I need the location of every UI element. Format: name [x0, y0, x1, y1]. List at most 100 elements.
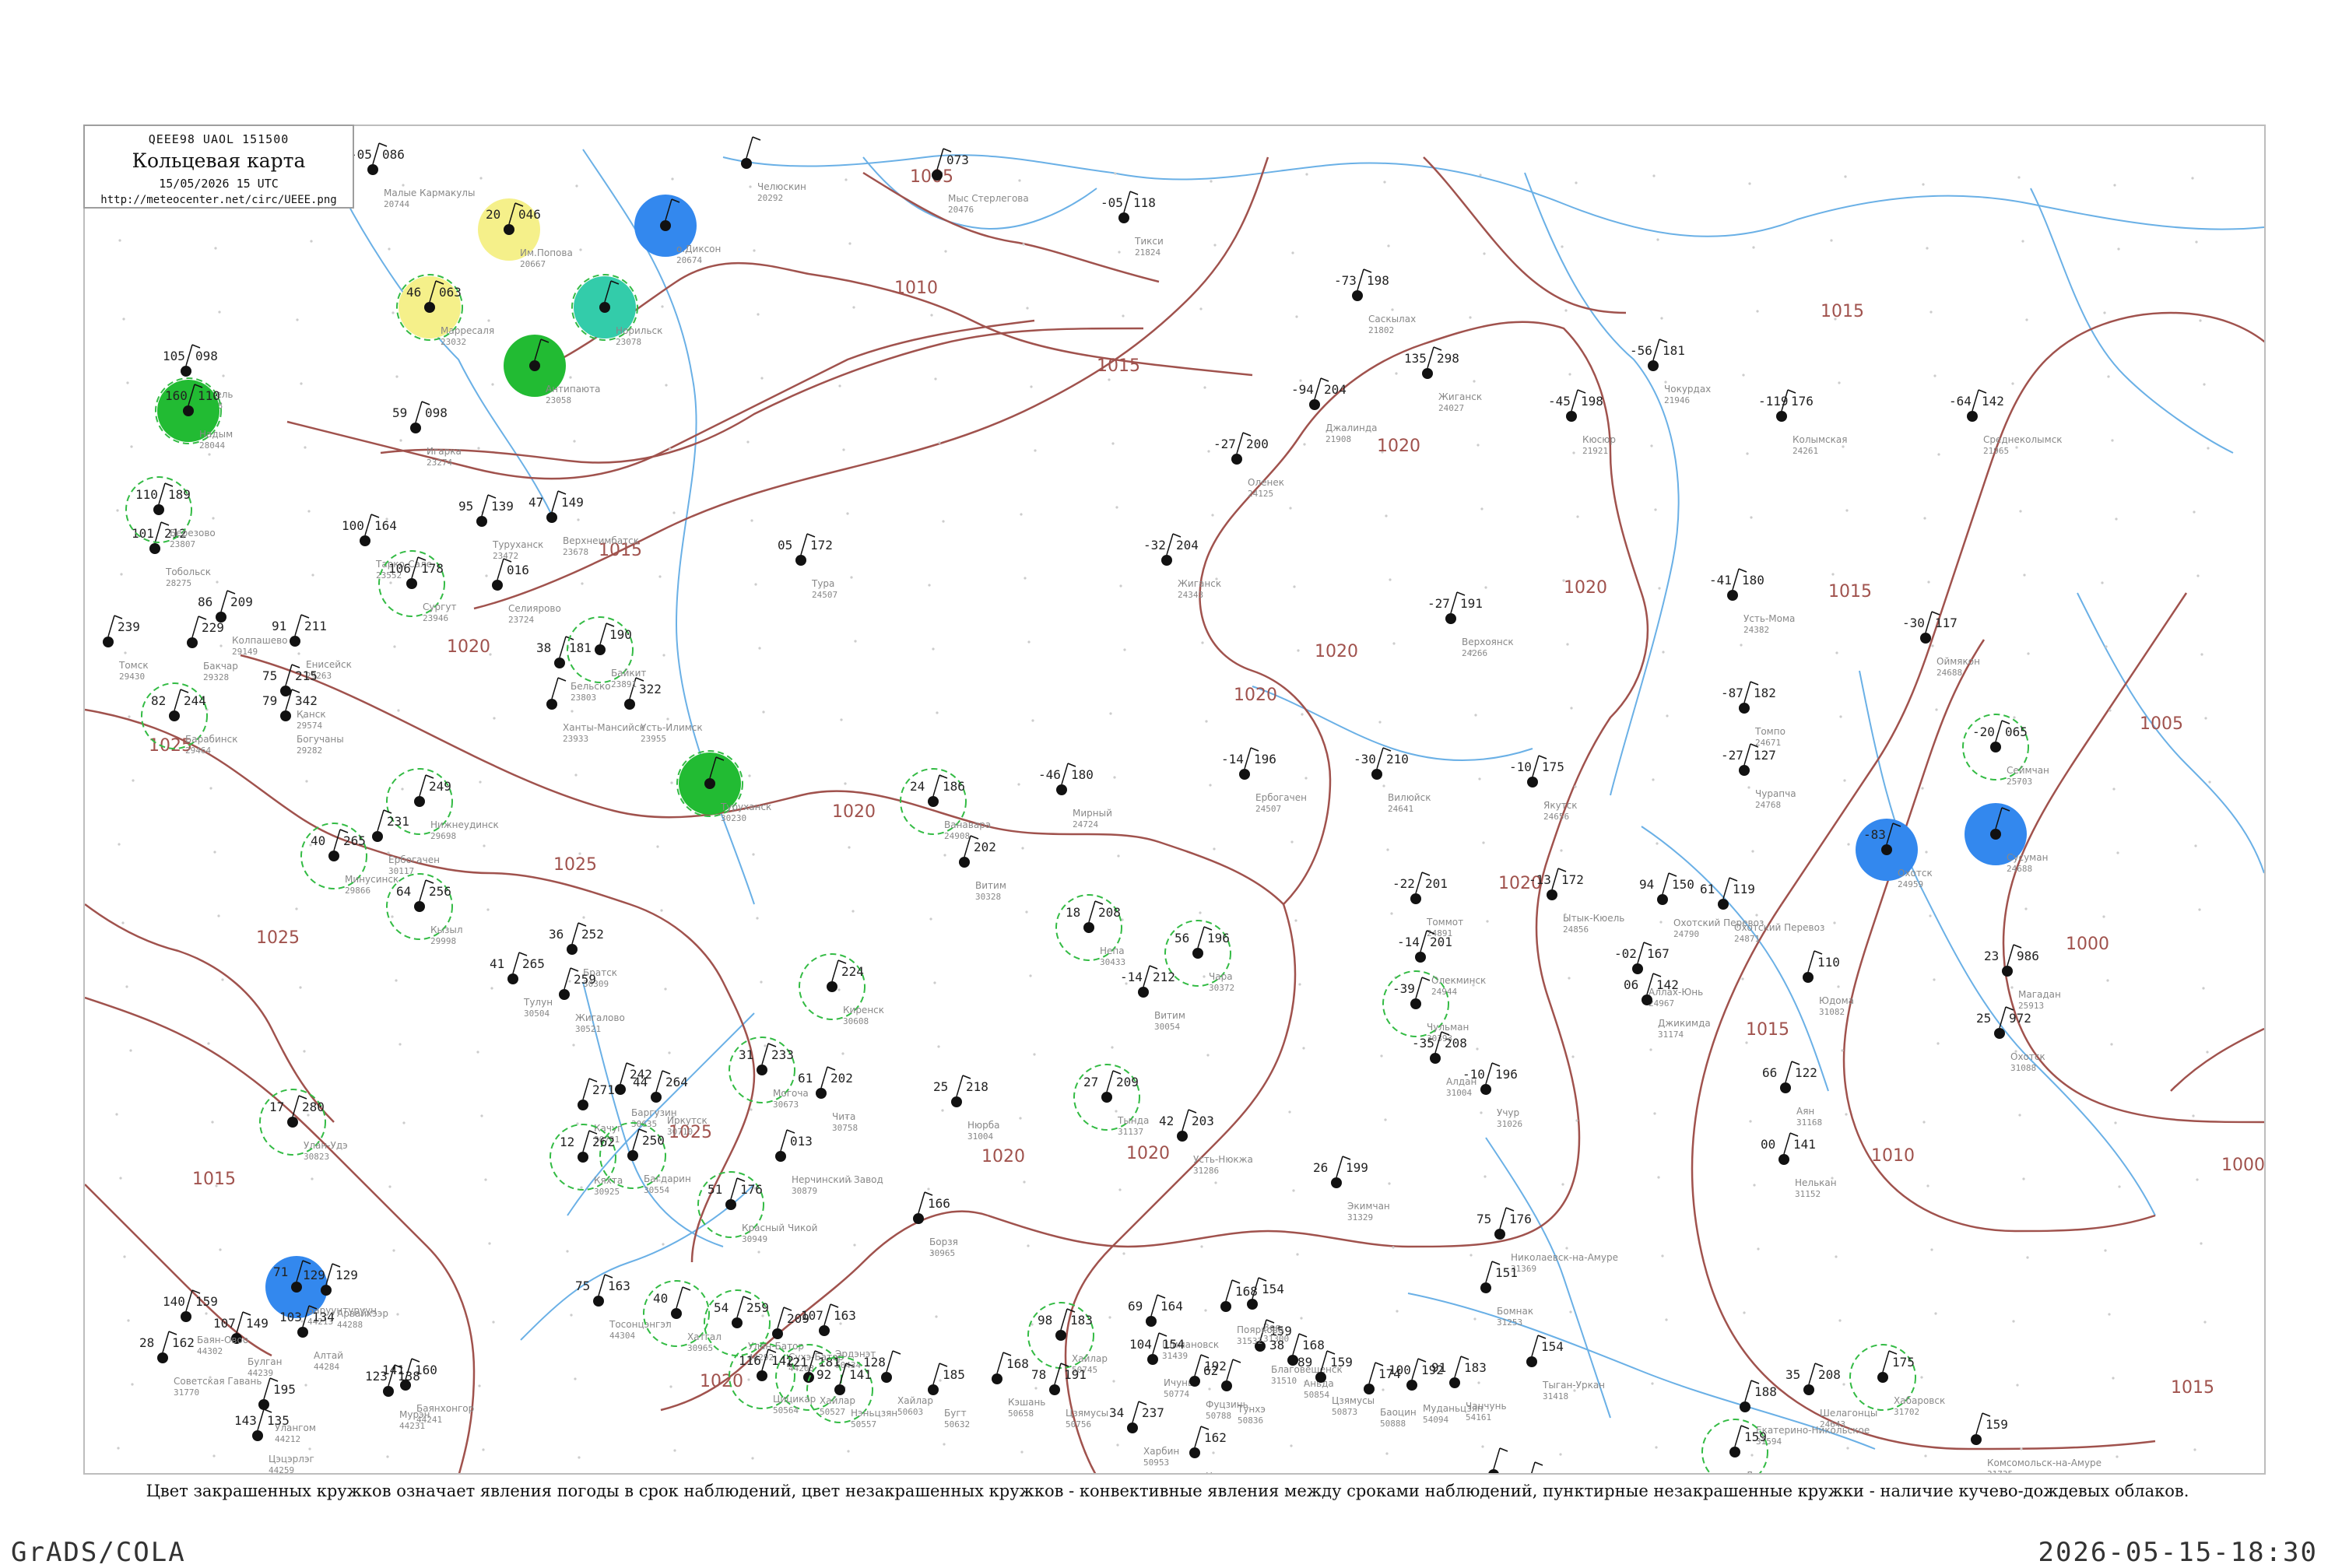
- station-25703[interactable]: -20 065 Сеймчан25703: [1962, 714, 2049, 787]
- station-24027[interactable]: 135 298 Жиганск24027: [1404, 346, 1482, 413]
- station-30230[interactable]: Туруханск30230: [676, 750, 771, 823]
- station-21824[interactable]: -05 118 Тикси21824: [1101, 191, 1164, 258]
- station-index: 30554: [644, 1185, 669, 1195]
- station-24724[interactable]: -46 180 Мирный24724: [1038, 763, 1112, 830]
- wind-barb: [1722, 877, 1730, 900]
- station-31735[interactable]: 159 Комсомольск-на-Амуре31735: [1971, 1412, 2102, 1475]
- station-20674[interactable]: о.Диксон20674: [634, 195, 721, 265]
- station-50745[interactable]: 98 183Хайлар50745: [1027, 1302, 1108, 1375]
- station-30504[interactable]: 41 265 Тулун30504: [490, 952, 553, 1019]
- station-24768[interactable]: -27 127 Чурапча24768: [1721, 743, 1796, 810]
- station-24641[interactable]: -30 210 Вилюйск24641: [1354, 747, 1431, 814]
- station-21802[interactable]: -73 198 Саскылах21802: [1334, 268, 1416, 335]
- cloud-cover-circle: [1727, 590, 1738, 601]
- station-pressure: 098: [425, 405, 448, 420]
- station-23032[interactable]: 46 063 Марресаля23032: [396, 274, 494, 347]
- station-24643[interactable]: 35 208 Шелагонцы24643: [1785, 1363, 1877, 1429]
- station-44304[interactable]: 75 163 Тосонцэнгэл44304: [575, 1274, 672, 1341]
- station-30608[interactable]: 224 Киренск30608: [799, 953, 884, 1026]
- station-30879[interactable]: 013 Нерчинский Завод30879: [775, 1129, 883, 1196]
- station-24688[interactable]: -30 117 Оймякон24688: [1902, 611, 1980, 678]
- grid-dot: [1653, 1112, 1656, 1115]
- station-24507[interactable]: 05 172 Тура24507: [778, 533, 837, 600]
- station-29866[interactable]: 40 265Минусинск29866: [300, 823, 399, 896]
- station-44284[interactable]: 103 134 Алтай44284: [279, 1305, 343, 1372]
- station-pressure: 200: [1246, 437, 1269, 451]
- station-31004b[interactable]: 25 218 Нюрба31004: [933, 1075, 1000, 1142]
- station-31137[interactable]: 27 209 Тында31137: [1073, 1064, 1149, 1137]
- station-temperature: 18: [1066, 905, 1080, 920]
- wind-barb: [831, 959, 839, 982]
- grid-dot: [125, 985, 128, 988]
- station-31004[interactable]: -35 208Алдан31004: [1412, 1031, 1476, 1098]
- station-31088[interactable]: 25 972 Охотск31088: [1976, 1006, 2045, 1073]
- station-30965b[interactable]: 40 Хатгал30965: [643, 1280, 722, 1353]
- station-29698[interactable]: 249 Нижнеудинск29698: [386, 768, 499, 841]
- map-source-url[interactable]: http://meteocenter.net/circ/UEEE.png: [85, 194, 353, 206]
- station-31082[interactable]: 110 Юдома31082: [1803, 950, 1854, 1017]
- station-23274[interactable]: 59 098 Игарка23274: [392, 401, 462, 468]
- station-24656[interactable]: -10 175 Якутск24656: [1509, 755, 1578, 822]
- station-23078[interactable]: Норильск23078: [571, 274, 662, 347]
- station-31152[interactable]: 00 141 Нелькан31152: [1761, 1132, 1837, 1199]
- station-30054[interactable]: -14 212 Витим30054: [1120, 965, 1185, 1032]
- cloud-cover-circle: [795, 555, 806, 566]
- station-30328[interactable]: 202 Витим30328: [959, 835, 1006, 902]
- wind-barb-feather: [191, 344, 201, 349]
- station-pressure: 164: [1160, 1299, 1183, 1314]
- station-30372[interactable]: 56 196 Чара30372: [1164, 920, 1234, 993]
- station-24261[interactable]: -119 176 Колымская24261: [1758, 389, 1847, 456]
- station-44212[interactable]: 195Улангом44212: [258, 1377, 316, 1444]
- station-21908[interactable]: -94 204 Джалинда21908: [1291, 377, 1378, 444]
- station-50953[interactable]: 34 237 Харбин50953: [1109, 1401, 1179, 1468]
- station-44241[interactable]: 141 160 Баянхонгор44241: [382, 1358, 474, 1425]
- cloud-cover-circle: [529, 360, 540, 371]
- station-name: Охотский Перевоз: [1734, 922, 1824, 933]
- synoptic-map[interactable]: 1005 1010 1015 1015 1020 1020 1020 1020 1020 1020…: [83, 125, 2266, 1475]
- station-50632[interactable]: 185 Бугт50632: [928, 1363, 970, 1429]
- cloud-cover-circle: [1127, 1422, 1138, 1433]
- station-30965[interactable]: 166 Борзя30965: [913, 1191, 958, 1258]
- station-21946[interactable]: -56 181 Чокурдах21946: [1630, 339, 1711, 405]
- station-temperature: 23: [1984, 949, 1999, 963]
- station-24382[interactable]: -41 180 Усть-Мома24382: [1709, 568, 1795, 635]
- station-index: 30608: [843, 1016, 869, 1026]
- station-30823[interactable]: 17 280 Улан-Удэ30823: [259, 1089, 348, 1162]
- station-29998[interactable]: 64 256 Кызыл29998: [386, 873, 463, 946]
- station-29328[interactable]: 229 Бакчар29328: [187, 616, 238, 682]
- station-31702[interactable]: 175 Хабаровск31702: [1849, 1344, 1945, 1417]
- grid-dot: [2206, 1051, 2209, 1054]
- station-31960[interactable]: Владивосток31960: [1523, 1461, 1603, 1475]
- wind-barb: [1743, 743, 1751, 766]
- station-30758[interactable]: 61 202 Чита30758: [798, 1066, 858, 1133]
- station-24125[interactable]: -27 200 Оленек24125: [1213, 432, 1284, 499]
- station-21921[interactable]: -45 198 Кюсюр21921: [1548, 389, 1616, 456]
- station-30925[interactable]: 12 262 Кяхта30925: [550, 1124, 623, 1197]
- station-31329[interactable]: 26 199 Экимчан31329: [1313, 1156, 1390, 1222]
- station-20744[interactable]: -05 086Малые Кармакулы20744: [349, 142, 475, 209]
- station-31909[interactable]: Пограничный31909: [1488, 1447, 1571, 1475]
- station-50658[interactable]: 168 Кэшань50658: [992, 1352, 1045, 1419]
- station-24671[interactable]: -87 182 Томпо24671: [1721, 681, 1785, 748]
- station-24343[interactable]: -32 204 Жиганск24343: [1143, 533, 1221, 600]
- station-24507b[interactable]: -14 196 Ербогачен24507: [1221, 747, 1307, 814]
- station-24856[interactable]: -13 172 Ытык-Кюель24856: [1529, 868, 1624, 935]
- station-30673[interactable]: 31 233 Могоча30673: [729, 1037, 809, 1110]
- grid-dot: [1480, 1111, 1483, 1114]
- station-24891[interactable]: -22 201Томмот24891: [1392, 872, 1463, 938]
- station-31168[interactable]: 66 122 Аян31168: [1762, 1061, 1822, 1128]
- station-24959[interactable]: -83 Охотск24959: [1856, 819, 1933, 889]
- station-pressure: 118: [1133, 195, 1156, 210]
- station-20292[interactable]: Челюскин20292: [741, 136, 806, 203]
- station-29430[interactable]: 239 Томск29430: [103, 615, 149, 682]
- station-25913[interactable]: 23 986 Магадан25913: [1984, 944, 2061, 1011]
- cloud-cover-circle: [492, 580, 503, 591]
- station-20667[interactable]: 20 046 Им.Попова20667: [478, 198, 573, 269]
- station-23552[interactable]: 100 164Тарко-Сале23552: [342, 514, 432, 581]
- station-24688b[interactable]: Сусуман24688: [1965, 803, 2048, 874]
- grid-dot: [1026, 307, 1029, 310]
- station-50978[interactable]: 162Цзиси50978: [1189, 1426, 1235, 1475]
- station-24266[interactable]: -27 191 Верхоянск24266: [1427, 591, 1514, 658]
- station-30433[interactable]: 18 208 Непа30433: [1055, 894, 1125, 967]
- station-50774[interactable]: 104 154 Ичунь50774: [1129, 1332, 1193, 1399]
